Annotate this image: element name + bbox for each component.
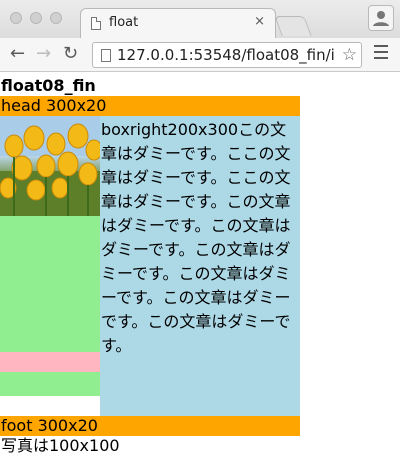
browser-titlebar: float × xyxy=(0,0,400,38)
head-box: head 300x20 xyxy=(0,96,300,116)
address-bar[interactable]: 127.0.0.1:53548/float08_fin/in... ☆ xyxy=(92,42,362,68)
page-icon xyxy=(101,49,111,62)
browser-toolbar: ← → ↻ 127.0.0.1:53548/float08_fin/in... … xyxy=(0,38,400,72)
tab-title: float xyxy=(109,15,139,30)
close-window-button[interactable] xyxy=(10,12,22,24)
maximize-window-button[interactable] xyxy=(50,12,62,24)
close-tab-icon[interactable]: × xyxy=(254,14,265,29)
star-icon[interactable]: ☆ xyxy=(342,45,357,65)
reload-button[interactable]: ↻ xyxy=(63,44,78,64)
minimize-window-button[interactable] xyxy=(30,12,42,24)
box-left-pink-bottom xyxy=(0,352,100,372)
box-right: boxright200x300この文章はダミーです。ここの文章はダミーです。ここ… xyxy=(100,116,300,416)
tulip-photo xyxy=(0,116,100,216)
forward-button[interactable]: → xyxy=(36,44,51,64)
profile-icon[interactable] xyxy=(368,5,394,31)
back-button[interactable]: ← xyxy=(10,44,25,64)
browser-tab[interactable]: float × xyxy=(80,8,276,38)
document-icon xyxy=(91,17,101,30)
menu-icon[interactable] xyxy=(374,45,388,63)
url-text[interactable]: 127.0.0.1:53548/float08_fin/in... xyxy=(117,46,335,64)
foot-box: foot 300x20 xyxy=(0,416,300,436)
photo-caption: 写真は100x100 xyxy=(1,436,120,455)
new-tab-button[interactable] xyxy=(274,16,312,36)
page-title: float08_fin xyxy=(1,76,96,95)
